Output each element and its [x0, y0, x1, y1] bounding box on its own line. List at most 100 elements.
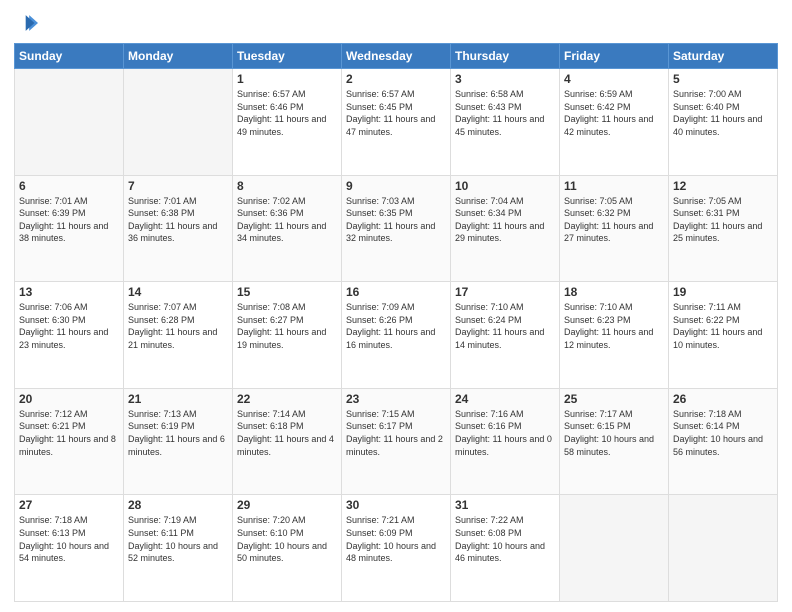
calendar-cell: 8 Sunrise: 7:02 AM Sunset: 6:36 PM Daylig… — [233, 175, 342, 282]
calendar-cell: 16 Sunrise: 7:09 AM Sunset: 6:26 PM Dayli… — [342, 282, 451, 389]
day-number: 8 — [237, 179, 337, 193]
day-number: 21 — [128, 392, 228, 406]
calendar-cell: 22 Sunrise: 7:14 AM Sunset: 6:18 PM Dayli… — [233, 388, 342, 495]
day-number: 28 — [128, 498, 228, 512]
day-number: 17 — [455, 285, 555, 299]
day-number: 4 — [564, 72, 664, 86]
day-info: Sunrise: 7:21 AM Sunset: 6:09 PM Dayligh… — [346, 514, 446, 564]
day-info: Sunrise: 7:20 AM Sunset: 6:10 PM Dayligh… — [237, 514, 337, 564]
weekday-header: Thursday — [451, 44, 560, 69]
day-info: Sunrise: 7:14 AM Sunset: 6:18 PM Dayligh… — [237, 408, 337, 458]
day-info: Sunrise: 7:03 AM Sunset: 6:35 PM Dayligh… — [346, 195, 446, 245]
day-number: 14 — [128, 285, 228, 299]
calendar-cell: 11 Sunrise: 7:05 AM Sunset: 6:32 PM Dayli… — [560, 175, 669, 282]
calendar-cell: 13 Sunrise: 7:06 AM Sunset: 6:30 PM Dayli… — [15, 282, 124, 389]
logo — [14, 14, 42, 37]
day-number: 22 — [237, 392, 337, 406]
calendar-cell: 18 Sunrise: 7:10 AM Sunset: 6:23 PM Dayli… — [560, 282, 669, 389]
day-number: 1 — [237, 72, 337, 86]
weekday-header: Wednesday — [342, 44, 451, 69]
calendar-cell — [15, 69, 124, 176]
day-number: 20 — [19, 392, 119, 406]
logo-icon — [16, 14, 38, 32]
day-number: 12 — [673, 179, 773, 193]
calendar-cell: 25Sunrise: 7:17 AM Sunset: 6:15 PM Dayli… — [560, 388, 669, 495]
day-number: 3 — [455, 72, 555, 86]
calendar-cell: 7 Sunrise: 7:01 AM Sunset: 6:38 PM Daylig… — [124, 175, 233, 282]
day-number: 23 — [346, 392, 446, 406]
day-info: Sunrise: 7:17 AM Sunset: 6:15 PM Dayligh… — [564, 408, 664, 458]
calendar-cell: 23 Sunrise: 7:15 AM Sunset: 6:17 PM Dayli… — [342, 388, 451, 495]
calendar-cell: 12 Sunrise: 7:05 AM Sunset: 6:31 PM Dayli… — [669, 175, 778, 282]
day-number: 11 — [564, 179, 664, 193]
page: SundayMondayTuesdayWednesdayThursdayFrid… — [0, 0, 792, 612]
weekday-header: Tuesday — [233, 44, 342, 69]
calendar-cell: 21 Sunrise: 7:13 AM Sunset: 6:19 PM Dayli… — [124, 388, 233, 495]
day-number: 15 — [237, 285, 337, 299]
day-number: 6 — [19, 179, 119, 193]
day-info: Sunrise: 7:01 AM Sunset: 6:38 PM Dayligh… — [128, 195, 228, 245]
day-info: Sunrise: 7:05 AM Sunset: 6:31 PM Dayligh… — [673, 195, 773, 245]
calendar-cell: 9 Sunrise: 7:03 AM Sunset: 6:35 PM Daylig… — [342, 175, 451, 282]
day-number: 27 — [19, 498, 119, 512]
day-info: Sunrise: 7:11 AM Sunset: 6:22 PM Dayligh… — [673, 301, 773, 351]
weekday-header: Sunday — [15, 44, 124, 69]
day-info: Sunrise: 7:08 AM Sunset: 6:27 PM Dayligh… — [237, 301, 337, 351]
calendar-cell: 27 Sunrise: 7:18 AM Sunset: 6:13 PM Dayli… — [15, 495, 124, 602]
calendar-cell — [124, 69, 233, 176]
calendar-cell: 10 Sunrise: 7:04 AM Sunset: 6:34 PM Dayli… — [451, 175, 560, 282]
day-info: Sunrise: 6:57 AM Sunset: 6:46 PM Dayligh… — [237, 88, 337, 138]
day-number: 7 — [128, 179, 228, 193]
calendar-cell: 19 Sunrise: 7:11 AM Sunset: 6:22 PM Dayli… — [669, 282, 778, 389]
day-number: 26 — [673, 392, 773, 406]
weekday-header: Monday — [124, 44, 233, 69]
calendar-cell: 14 Sunrise: 7:07 AM Sunset: 6:28 PM Dayli… — [124, 282, 233, 389]
day-number: 10 — [455, 179, 555, 193]
day-info: Sunrise: 7:18 AM Sunset: 6:13 PM Dayligh… — [19, 514, 119, 564]
calendar-cell: 15 Sunrise: 7:08 AM Sunset: 6:27 PM Dayli… — [233, 282, 342, 389]
calendar-cell: 4 Sunrise: 6:59 AM Sunset: 6:42 PM Daylig… — [560, 69, 669, 176]
day-number: 29 — [237, 498, 337, 512]
calendar-cell — [669, 495, 778, 602]
day-info: Sunrise: 7:04 AM Sunset: 6:34 PM Dayligh… — [455, 195, 555, 245]
day-info: Sunrise: 7:22 AM Sunset: 6:08 PM Dayligh… — [455, 514, 555, 564]
calendar-cell: 24Sunrise: 7:16 AM Sunset: 6:16 PM Dayli… — [451, 388, 560, 495]
calendar-cell: 29 Sunrise: 7:20 AM Sunset: 6:10 PM Dayli… — [233, 495, 342, 602]
day-info: Sunrise: 6:57 AM Sunset: 6:45 PM Dayligh… — [346, 88, 446, 138]
day-info: Sunrise: 7:18 AM Sunset: 6:14 PM Dayligh… — [673, 408, 773, 458]
day-info: Sunrise: 7:10 AM Sunset: 6:23 PM Dayligh… — [564, 301, 664, 351]
day-info: Sunrise: 7:06 AM Sunset: 6:30 PM Dayligh… — [19, 301, 119, 351]
header — [14, 10, 778, 37]
calendar-cell: 20 Sunrise: 7:12 AM Sunset: 6:21 PM Dayli… — [15, 388, 124, 495]
day-number: 5 — [673, 72, 773, 86]
calendar-cell: 3Sunrise: 6:58 AM Sunset: 6:43 PM Daylig… — [451, 69, 560, 176]
calendar-cell: 1 Sunrise: 6:57 AM Sunset: 6:46 PM Daylig… — [233, 69, 342, 176]
calendar-cell — [560, 495, 669, 602]
day-info: Sunrise: 7:13 AM Sunset: 6:19 PM Dayligh… — [128, 408, 228, 458]
day-number: 31 — [455, 498, 555, 512]
day-info: Sunrise: 7:00 AM Sunset: 6:40 PM Dayligh… — [673, 88, 773, 138]
day-info: Sunrise: 7:16 AM Sunset: 6:16 PM Dayligh… — [455, 408, 555, 458]
day-number: 19 — [673, 285, 773, 299]
day-info: Sunrise: 7:07 AM Sunset: 6:28 PM Dayligh… — [128, 301, 228, 351]
day-info: Sunrise: 7:01 AM Sunset: 6:39 PM Dayligh… — [19, 195, 119, 245]
day-info: Sunrise: 7:10 AM Sunset: 6:24 PM Dayligh… — [455, 301, 555, 351]
day-number: 16 — [346, 285, 446, 299]
calendar-cell: 26 Sunrise: 7:18 AM Sunset: 6:14 PM Dayli… — [669, 388, 778, 495]
calendar-cell: 2 Sunrise: 6:57 AM Sunset: 6:45 PM Daylig… — [342, 69, 451, 176]
calendar: SundayMondayTuesdayWednesdayThursdayFrid… — [14, 43, 778, 602]
day-number: 9 — [346, 179, 446, 193]
day-info: Sunrise: 7:05 AM Sunset: 6:32 PM Dayligh… — [564, 195, 664, 245]
weekday-header: Saturday — [669, 44, 778, 69]
day-info: Sunrise: 6:59 AM Sunset: 6:42 PM Dayligh… — [564, 88, 664, 138]
calendar-cell: 17 Sunrise: 7:10 AM Sunset: 6:24 PM Dayli… — [451, 282, 560, 389]
day-info: Sunrise: 7:02 AM Sunset: 6:36 PM Dayligh… — [237, 195, 337, 245]
day-info: Sunrise: 7:15 AM Sunset: 6:17 PM Dayligh… — [346, 408, 446, 458]
day-number: 18 — [564, 285, 664, 299]
day-number: 13 — [19, 285, 119, 299]
calendar-cell: 5 Sunrise: 7:00 AM Sunset: 6:40 PM Daylig… — [669, 69, 778, 176]
day-number: 2 — [346, 72, 446, 86]
day-info: Sunrise: 7:12 AM Sunset: 6:21 PM Dayligh… — [19, 408, 119, 458]
day-info: Sunrise: 7:09 AM Sunset: 6:26 PM Dayligh… — [346, 301, 446, 351]
calendar-cell: 31 Sunrise: 7:22 AM Sunset: 6:08 PM Dayli… — [451, 495, 560, 602]
